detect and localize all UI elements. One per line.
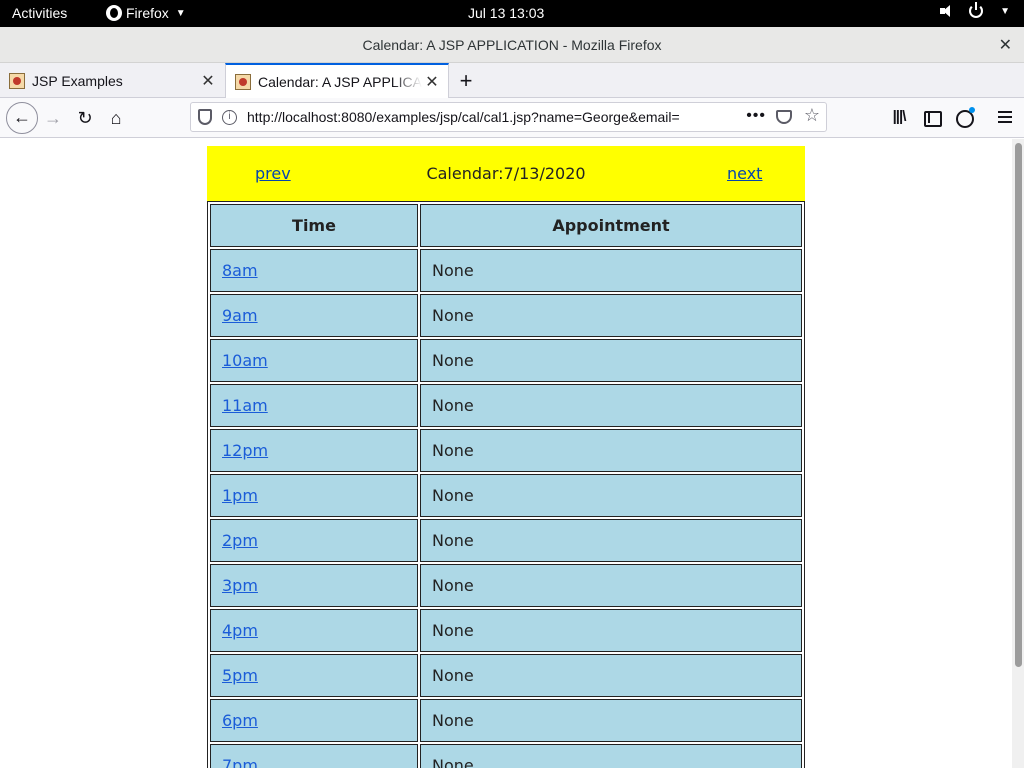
time-link[interactable]: 1pm	[222, 486, 258, 505]
app-menu-label: Firefox	[126, 5, 169, 21]
url-text[interactable]: http://localhost:8080/examples/jsp/cal/c…	[247, 109, 737, 125]
forward-arrow-icon[interactable]: →	[41, 106, 65, 130]
url-bar[interactable]: i http://localhost:8080/examples/jsp/cal…	[190, 102, 827, 132]
time-cell: 4pm	[210, 609, 418, 652]
time-link[interactable]: 11am	[222, 396, 268, 415]
table-row: 5pm None	[210, 654, 802, 697]
table-row: 7pm None	[210, 744, 802, 768]
shield-icon[interactable]	[198, 109, 212, 125]
window-close-icon[interactable]: ✕	[999, 35, 1012, 55]
appointment-cell: None	[420, 519, 802, 562]
time-cell: 6pm	[210, 699, 418, 742]
table-row: 6pm None	[210, 699, 802, 742]
calendar-nav-bar: prev Calendar:7/13/2020 next	[207, 146, 805, 201]
page-content: prev Calendar:7/13/2020 next Time Appoin…	[0, 139, 1012, 768]
appointment-cell: None	[420, 384, 802, 427]
activities-button[interactable]: Activities	[12, 5, 67, 21]
back-arrow-icon[interactable]: ←	[6, 102, 38, 134]
close-tab-icon[interactable]: ✕	[198, 71, 218, 91]
clock[interactable]: Jul 13 13:03	[468, 5, 544, 21]
next-link[interactable]: next	[727, 164, 762, 183]
time-cell: 10am	[210, 339, 418, 382]
table-row: 3pm None	[210, 564, 802, 607]
scrollbar-thumb[interactable]	[1015, 143, 1022, 667]
time-cell: 7pm	[210, 744, 418, 768]
time-link[interactable]: 5pm	[222, 666, 258, 685]
time-cell: 2pm	[210, 519, 418, 562]
tab-jsp-examples[interactable]: JSP Examples ✕	[0, 63, 224, 98]
appointment-cell: None	[420, 609, 802, 652]
table-row: 8am None	[210, 249, 802, 292]
navigation-toolbar: ← → ↻ ⌂ i http://localhost:8080/examples…	[0, 98, 1024, 138]
info-icon[interactable]: i	[222, 109, 237, 125]
time-cell: 9am	[210, 294, 418, 337]
table-row: 9am None	[210, 294, 802, 337]
calendar-date-heading: Calendar:7/13/2020	[426, 164, 586, 183]
time-link[interactable]: 7pm	[222, 756, 258, 768]
appointment-cell: None	[420, 654, 802, 697]
table-row: 4pm None	[210, 609, 802, 652]
time-cell: 5pm	[210, 654, 418, 697]
time-link[interactable]: 2pm	[222, 531, 258, 550]
time-link[interactable]: 12pm	[222, 441, 268, 460]
time-cell: 11am	[210, 384, 418, 427]
time-link[interactable]: 3pm	[222, 576, 258, 595]
time-link[interactable]: 10am	[222, 351, 268, 370]
time-cell: 3pm	[210, 564, 418, 607]
close-tab-icon[interactable]: ✕	[422, 72, 442, 92]
appointment-cell: None	[420, 564, 802, 607]
appointment-cell: None	[420, 699, 802, 742]
time-link[interactable]: 9am	[222, 306, 258, 325]
table-row: 2pm None	[210, 519, 802, 562]
chevron-down-icon: ▼	[1000, 5, 1010, 17]
tab-calendar[interactable]: Calendar: A JSP APPLICATION ✕	[225, 63, 449, 99]
window-title: Calendar: A JSP APPLICATION - Mozilla Fi…	[362, 37, 662, 53]
volume-icon	[939, 4, 955, 18]
chevron-down-icon: ▼	[175, 7, 186, 19]
vertical-scrollbar[interactable]	[1012, 139, 1024, 768]
time-cell: 12pm	[210, 429, 418, 472]
library-icon[interactable]: |||\	[889, 108, 909, 128]
page-actions-icon[interactable]: •••	[746, 107, 766, 125]
time-link[interactable]: 6pm	[222, 711, 258, 730]
appointment-column-header: Appointment	[420, 204, 802, 247]
home-icon[interactable]: ⌂	[104, 106, 128, 130]
time-cell: 8am	[210, 249, 418, 292]
pocket-icon[interactable]	[776, 110, 792, 124]
system-top-bar: Activities Firefox ▼ Jul 13 13:03 ▼	[0, 0, 1024, 27]
appointment-cell: None	[420, 744, 802, 768]
table-header-row: Time Appointment	[210, 204, 802, 247]
window-title-bar: Calendar: A JSP APPLICATION - Mozilla Fi…	[0, 27, 1024, 63]
reload-icon[interactable]: ↻	[73, 106, 97, 130]
table-row: 11am None	[210, 384, 802, 427]
power-icon	[969, 2, 984, 18]
appointment-cell: None	[420, 474, 802, 517]
favicon-icon	[235, 74, 251, 90]
appointment-cell: None	[420, 249, 802, 292]
appointment-cell: None	[420, 429, 802, 472]
table-row: 12pm None	[210, 429, 802, 472]
hamburger-menu-icon[interactable]	[995, 108, 1015, 128]
appointment-cell: None	[420, 294, 802, 337]
bookmark-star-icon[interactable]: ☆	[804, 105, 820, 126]
appointment-cell: None	[420, 339, 802, 382]
sidebar-icon[interactable]	[922, 108, 942, 128]
new-tab-icon[interactable]: +	[455, 68, 477, 94]
time-link[interactable]: 4pm	[222, 621, 258, 640]
tab-label: JSP Examples	[32, 72, 123, 89]
tab-strip: JSP Examples ✕ Calendar: A JSP APPLICATI…	[0, 63, 1024, 99]
favicon-icon	[9, 72, 25, 89]
tab-label: Calendar: A JSP APPLICATION	[258, 74, 422, 90]
account-icon[interactable]	[954, 107, 975, 128]
app-menu[interactable]: Firefox ▼	[106, 5, 186, 21]
system-status-menu[interactable]: ▼	[939, 2, 1010, 18]
time-cell: 1pm	[210, 474, 418, 517]
time-link[interactable]: 8am	[222, 261, 258, 280]
time-column-header: Time	[210, 204, 418, 247]
table-row: 1pm None	[210, 474, 802, 517]
firefox-icon	[106, 5, 122, 21]
table-row: 10am None	[210, 339, 802, 382]
appointments-table: Time Appointment 8am None 9am None 10am …	[207, 201, 805, 768]
